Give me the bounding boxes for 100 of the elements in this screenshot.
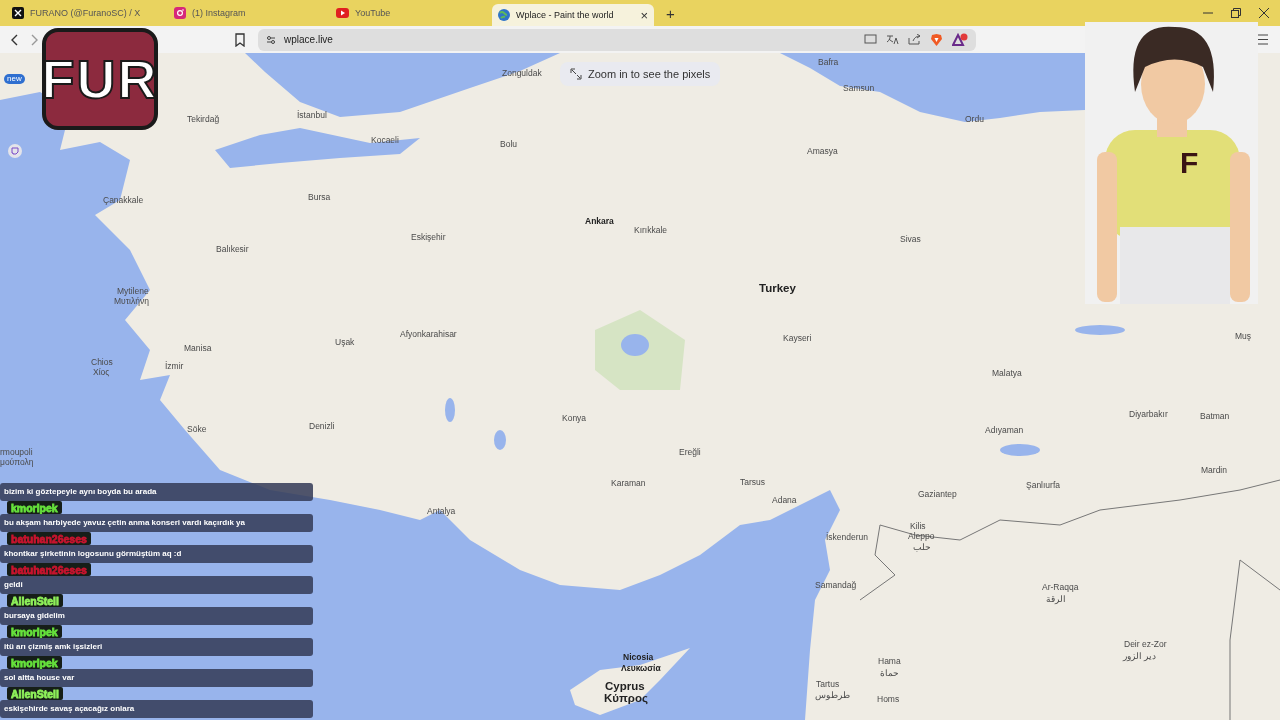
map-label: İskenderun xyxy=(826,532,869,542)
chat-username: batuhan26eses xyxy=(11,534,87,543)
map-label: Homs xyxy=(877,694,900,704)
map-label: Samandağ xyxy=(815,580,857,590)
lake xyxy=(494,430,506,450)
translate-icon[interactable] xyxy=(886,34,899,45)
map-label: طرطوس xyxy=(815,690,850,700)
stream-logo: FUR xyxy=(42,28,158,130)
map-label: Diyarbakır xyxy=(1129,409,1168,419)
zoom-icon xyxy=(570,68,582,80)
map-label: Samsun xyxy=(843,83,875,93)
map-label: Aleppo xyxy=(908,531,935,541)
map-label: Muş xyxy=(1235,331,1252,341)
map-label: Amasya xyxy=(807,146,838,156)
map-label: Kayseri xyxy=(783,333,812,343)
play-icon xyxy=(336,8,349,18)
map-label: دير الزور xyxy=(1123,651,1157,661)
share-icon[interactable] xyxy=(908,34,921,45)
restore-icon[interactable] xyxy=(1230,7,1242,19)
map-label: Kırıkkale xyxy=(634,225,668,235)
map-label: Nicosia xyxy=(623,652,654,662)
map-label: Bafra xyxy=(818,57,839,67)
map-label: Tarsus xyxy=(740,477,766,487)
map-label: Bursa xyxy=(308,192,331,202)
map-label: Eskişehir xyxy=(411,232,446,242)
browser-tab[interactable]: Wplace - Paint the world × xyxy=(492,4,654,26)
close-tab-button[interactable]: × xyxy=(640,7,648,23)
map-label: Söke xyxy=(187,424,207,434)
chat-username: kmorlpek xyxy=(11,503,58,512)
menu-icon[interactable] xyxy=(1256,34,1269,45)
map-label: İzmir xyxy=(165,361,184,371)
new-tab-button[interactable]: + xyxy=(666,4,675,22)
browser-tab[interactable]: YouTube xyxy=(330,2,480,24)
map-label: Adıyaman xyxy=(985,425,1024,435)
map-label: μούπολη xyxy=(0,457,34,467)
chat-message: bursaya gidelim xyxy=(0,607,313,625)
browser-tab[interactable]: FURANO (@FuranoSC) / X xyxy=(6,2,156,24)
map-label: Batman xyxy=(1200,411,1230,421)
map-label: Kilis xyxy=(910,521,926,531)
close-icon[interactable] xyxy=(1258,7,1270,19)
map-label: Tartus xyxy=(816,679,840,689)
map-label: Zonguldak xyxy=(502,68,542,78)
screen-icon[interactable] xyxy=(864,34,877,45)
lake xyxy=(1075,325,1125,335)
chat-username: AlienStell xyxy=(11,596,59,605)
map-label: حماة xyxy=(880,668,899,678)
map-label: Bolu xyxy=(500,139,517,149)
map-label: Μυτιλήνη xyxy=(114,296,149,306)
map-label: Tekirdağ xyxy=(187,114,220,124)
zoom-hint-text: Zoom in to see the pixels xyxy=(588,68,711,80)
map-label: Chios xyxy=(91,357,113,367)
map-label: Χίος xyxy=(93,367,110,377)
chat-username: batuhan26eses xyxy=(11,565,87,574)
camera-icon xyxy=(174,7,186,19)
map-label: Manisa xyxy=(184,343,212,353)
chat-username: kmorlpek xyxy=(11,658,58,667)
map-label: Mardin xyxy=(1201,465,1227,475)
map-label: Ar-Raqqa xyxy=(1042,582,1079,592)
map-label: Malatya xyxy=(992,368,1022,378)
browser-tab[interactable]: (1) Instagram xyxy=(168,2,318,24)
map-label: Afyonkarahisar xyxy=(400,329,457,339)
map-label: Hama xyxy=(878,656,901,666)
chat-message: itü arı çizmiş amk işsizleri xyxy=(0,638,313,656)
map-label: Κύπρος xyxy=(604,692,648,705)
lake xyxy=(1000,444,1040,456)
map-label: Şanlıurfa xyxy=(1026,480,1061,490)
triangle-icon[interactable] xyxy=(952,32,968,47)
map-label: Çanakkale xyxy=(103,195,144,205)
chat-username: kmorlpek xyxy=(11,627,58,636)
map-label: Ereğli xyxy=(679,447,701,457)
map-label: Denizli xyxy=(309,421,335,431)
map-label: Uşak xyxy=(335,337,355,347)
chat-message: eskişehirde savaş açacağız onlara xyxy=(0,700,313,718)
bookmark-icon[interactable] xyxy=(234,32,246,47)
chat-message: bizim ki göztepeyle aynı boyda bu arada xyxy=(0,483,313,501)
chat-message: sol altta house var xyxy=(0,669,313,687)
map-label: rmoupoli xyxy=(0,447,33,457)
map-label: Turkey xyxy=(759,282,796,295)
address-field[interactable]: wplace.live xyxy=(258,28,976,51)
new-badge: new xyxy=(4,74,25,84)
map-label: Λευκωσία xyxy=(621,663,661,673)
map-label: Sivas xyxy=(900,234,921,244)
map-label: İstanbul xyxy=(297,110,327,120)
lake xyxy=(445,398,455,422)
map-label: Gaziantep xyxy=(918,489,957,499)
map-label: Balıkesir xyxy=(216,244,249,254)
map-label: Antalya xyxy=(427,506,456,516)
shirt-letter: F xyxy=(1180,148,1199,178)
map-label: Deir ez-Zor xyxy=(1124,639,1167,649)
chat-message: geldi xyxy=(0,576,313,594)
map-label: حلب xyxy=(913,542,931,552)
map-label: Karaman xyxy=(611,478,646,488)
map-label: Adana xyxy=(772,495,797,505)
lion-shield-icon[interactable] xyxy=(930,32,943,47)
sliders-icon[interactable] xyxy=(266,34,276,45)
map-label: Ordu xyxy=(965,114,984,124)
map-label: Kocaeli xyxy=(371,135,399,145)
map-label: Konya xyxy=(562,413,587,423)
chat-bubble-icon[interactable] xyxy=(8,144,22,158)
globe-icon xyxy=(498,9,510,21)
